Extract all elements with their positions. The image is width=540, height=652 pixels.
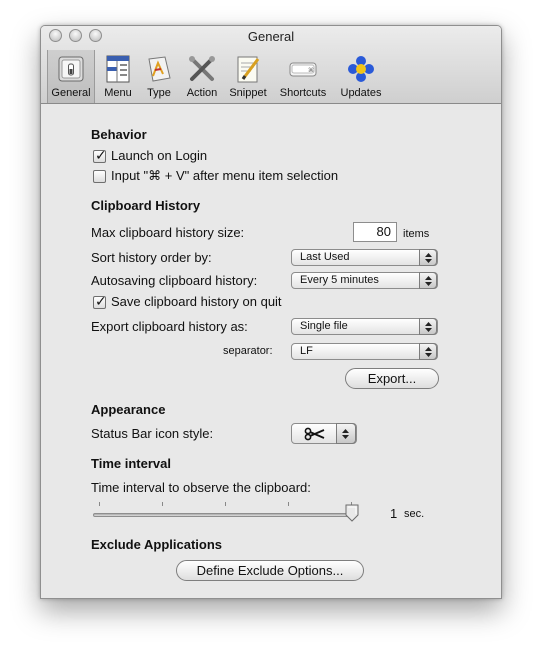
export-format-popup[interactable]: Single file (291, 318, 438, 335)
tab-type[interactable]: Type (141, 50, 177, 103)
slider-thumb[interactable] (345, 504, 359, 522)
tools-icon (189, 56, 215, 81)
tab-shortcuts-label: Shortcuts (279, 87, 327, 99)
launch-on-login-label: Launch on Login (111, 148, 208, 163)
popup-arrows-icon (419, 249, 437, 266)
tab-menu-label: Menu (104, 87, 132, 99)
export-format-value: Single file (300, 320, 348, 332)
tab-shortcuts[interactable]: ⌘ Shortcuts (273, 50, 333, 103)
tab-type-label: Type (147, 87, 171, 99)
time-interval-unit: sec. (404, 508, 425, 520)
general-pane: Behavior ✓ Launch on Login Input "⌘ + V"… (41, 104, 501, 598)
tab-updates-label: Updates (340, 87, 382, 99)
time-interval-label: Time interval to observe the clipboard: (91, 480, 311, 495)
tab-action[interactable]: Action (179, 50, 225, 103)
autosave-popup-value: Every 5 minutes (300, 274, 379, 286)
type-icon (148, 56, 171, 82)
popup-arrows-icon (419, 272, 437, 289)
switch-icon (58, 56, 84, 82)
tab-snippet[interactable]: Snippet (225, 50, 271, 103)
status-bar-style-label: Status Bar icon style: (91, 426, 214, 441)
slider-tick (288, 502, 289, 506)
slider-tick (99, 502, 100, 506)
separator-popup[interactable]: LF (291, 343, 438, 360)
popup-arrows-icon (336, 423, 356, 444)
max-size-label: Max clipboard history size: (91, 225, 245, 240)
clipboard-history-heading: Clipboard History (91, 198, 201, 213)
save-on-quit-checkbox[interactable]: ✓ (93, 293, 107, 309)
snippet-icon (237, 56, 260, 83)
launch-on-login-checkbox[interactable]: ✓ (93, 147, 107, 163)
export-label: Export clipboard history as: (91, 319, 248, 334)
save-on-quit-label: Save clipboard history on quit (111, 294, 282, 309)
tab-general[interactable]: General (47, 50, 95, 103)
tab-snippet-label: Snippet (229, 87, 267, 99)
popup-arrows-icon (419, 318, 437, 335)
toolbar: General General Menu Type Action Snippet… (41, 26, 501, 104)
separator-label: separator: (223, 345, 273, 357)
autosave-popup[interactable]: Every 5 minutes (291, 272, 438, 289)
sort-label: Sort history order by: (91, 250, 212, 265)
behavior-heading: Behavior (91, 127, 147, 142)
max-size-field[interactable]: 80 (353, 222, 397, 242)
exclude-applications-heading: Exclude Applications (91, 537, 222, 552)
tab-general-label: General (51, 87, 91, 99)
slider-tick (162, 502, 163, 506)
export-button[interactable]: Export... (345, 368, 439, 389)
input-paste-checkbox[interactable] (93, 170, 106, 183)
preferences-window: General General Menu Type Action Snippet… (40, 25, 502, 599)
separator-popup-value: LF (300, 345, 313, 357)
slider-tick (225, 502, 226, 506)
autosave-label: Autosaving clipboard history: (91, 273, 258, 288)
checkmark-icon: ✓ (95, 293, 107, 309)
checkmark-icon: ✓ (95, 147, 107, 163)
tab-updates[interactable]: Updates (335, 50, 387, 103)
sort-popup-value: Last Used (300, 251, 350, 263)
time-interval-value: 1 (390, 506, 398, 521)
menu-layout-icon (106, 55, 130, 83)
sort-popup[interactable]: Last Used (291, 249, 438, 266)
time-interval-heading: Time interval (91, 456, 171, 471)
svg-text:⌘: ⌘ (308, 67, 314, 74)
tab-menu[interactable]: Menu (95, 50, 141, 103)
max-size-unit: items (403, 228, 430, 240)
input-paste-label: Input "⌘ + V" after menu item selection (111, 168, 339, 183)
tab-action-label: Action (186, 87, 218, 99)
popup-arrows-icon (419, 343, 437, 360)
updates-icon (348, 56, 374, 82)
slider-track (93, 513, 355, 517)
appearance-heading: Appearance (91, 402, 166, 417)
keyboard-key-icon: ⌘ (289, 62, 317, 77)
time-interval-slider[interactable] (93, 500, 359, 524)
scissors-icon (304, 427, 325, 441)
status-bar-style-popup[interactable] (291, 423, 357, 444)
window-title: General (247, 29, 295, 44)
define-exclude-options-button[interactable]: Define Exclude Options... (176, 560, 364, 581)
